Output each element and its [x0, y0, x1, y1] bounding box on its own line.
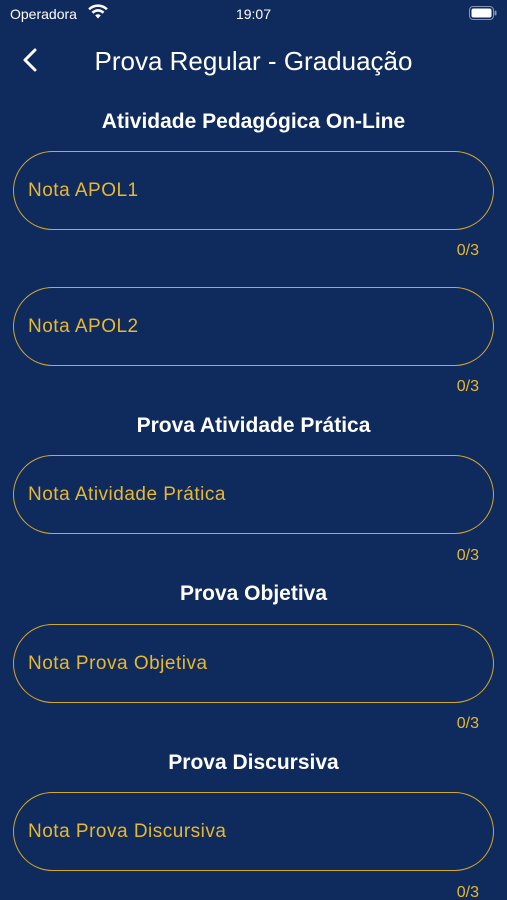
prova-discursiva-input[interactable]: [28, 820, 493, 843]
section-title-prova-discursiva: Prova Discursiva: [168, 751, 339, 774]
status-time: 19:07: [235, 6, 272, 22]
apol2-input[interactable]: [28, 315, 493, 338]
prova-discursiva-field[interactable]: [13, 792, 494, 871]
atividade-pratica-input[interactable]: [28, 483, 493, 506]
apol1-input[interactable]: [28, 179, 493, 202]
apol2-counter: 0/3: [456, 378, 479, 395]
prova-objetiva-input[interactable]: [28, 652, 493, 675]
apol2-field[interactable]: [13, 287, 494, 366]
navigation-bar: Prova Regular - Graduação: [0, 36, 507, 84]
atividade-pratica-field[interactable]: [13, 455, 494, 534]
section-title-prova-objetiva: Prova Objetiva: [179, 582, 328, 605]
prova-objetiva-field[interactable]: [13, 624, 494, 703]
apol1-counter: 0/3: [456, 242, 479, 259]
section-title-atividade-pratica: Prova Atividade Prática: [136, 414, 371, 437]
prova-discursiva-counter: 0/3: [456, 884, 479, 900]
atividade-pratica-counter: 0/3: [456, 547, 479, 564]
battery-icon: [469, 6, 497, 23]
status-bar: Operadora 19:07: [0, 0, 507, 28]
apol1-field[interactable]: [13, 151, 494, 230]
prova-objetiva-counter: 0/3: [456, 715, 479, 732]
section-title-apol: Atividade Pedagógica On-Line: [101, 110, 406, 133]
page-title: Prova Regular - Graduação: [94, 46, 413, 76]
